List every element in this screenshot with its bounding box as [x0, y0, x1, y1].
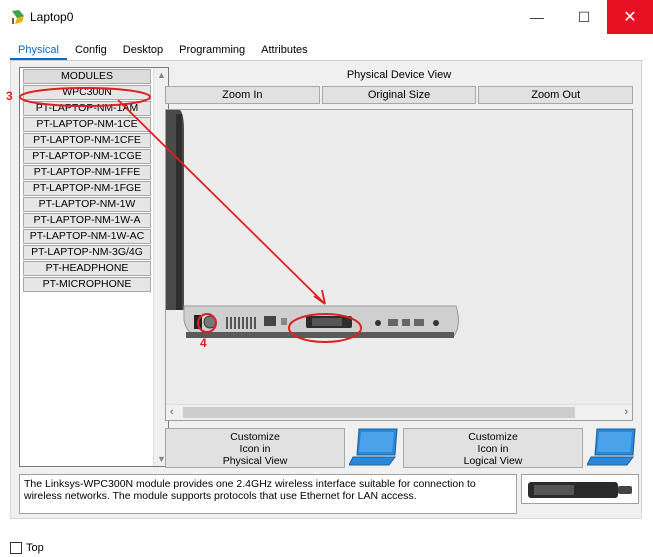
horizontal-scrollbar[interactable]: ‹ ›	[166, 404, 632, 420]
laptop-icon	[587, 428, 636, 466]
module-description: The Linksys-WPC300N module provides one …	[19, 474, 517, 514]
minimize-button[interactable]: —	[514, 0, 560, 34]
top-option[interactable]: Top	[10, 541, 44, 555]
annotation-step-3: 3	[6, 89, 13, 103]
module-item[interactable]: PT-LAPTOP-NM-1W-A	[23, 213, 151, 228]
customize-logical-line2: Icon in	[477, 443, 509, 455]
customize-physical-line1: Customize	[230, 431, 280, 443]
module-item[interactable]: PT-LAPTOP-NM-1CGE	[23, 149, 151, 164]
physical-device-view-title: Physical Device View	[346, 69, 452, 81]
top-checkbox[interactable]	[10, 542, 22, 554]
original-size-button[interactable]: Original Size	[321, 86, 477, 104]
scroll-thumb[interactable]	[183, 407, 575, 418]
module-item[interactable]: PT-LAPTOP-NM-1CE	[23, 117, 151, 132]
laptop-app-icon	[12, 10, 24, 24]
device-viewport[interactable]: ‹ ›	[165, 109, 633, 421]
zoom-out-button[interactable]: Zoom Out	[478, 86, 634, 104]
module-item[interactable]: PT-LAPTOP-NM-3G/4G	[23, 245, 151, 260]
top-label: Top	[26, 542, 44, 554]
maximize-button[interactable]: ☐	[561, 0, 607, 34]
wireless-card-icon	[528, 482, 632, 498]
tab-physical[interactable]: Physical	[10, 42, 67, 60]
close-button[interactable]: ✕	[607, 0, 653, 34]
scroll-right-icon[interactable]: ›	[624, 406, 628, 418]
annotation-step-4: 4	[200, 336, 207, 350]
wpc300n-module-image	[521, 474, 639, 504]
customize-logical-button[interactable]: Customize Icon in Logical View	[403, 428, 583, 468]
scroll-left-icon[interactable]: ‹	[170, 406, 174, 418]
tab-desktop[interactable]: Desktop	[115, 42, 171, 60]
customize-physical-line2: Icon in	[239, 443, 271, 455]
window-title: Laptop0	[30, 10, 74, 24]
module-item[interactable]: PT-LAPTOP-NM-1FGE	[23, 181, 151, 196]
customize-physical-button[interactable]: Customize Icon in Physical View	[165, 428, 345, 468]
tab-attributes[interactable]: Attributes	[253, 42, 315, 60]
tab-bar: Physical Config Desktop Programming Attr…	[10, 42, 316, 60]
customize-logical-line3: Logical View	[463, 455, 523, 467]
tab-config[interactable]: Config	[67, 42, 115, 60]
module-item[interactable]: PT-HEADPHONE	[23, 261, 151, 276]
title-bar: Laptop0 — ☐ ✕	[0, 0, 653, 34]
module-item[interactable]: PT-LAPTOP-NM-1CFE	[23, 133, 151, 148]
customize-logical-line1: Customize	[468, 431, 518, 443]
module-item[interactable]: PT-LAPTOP-NM-1FFE	[23, 165, 151, 180]
customize-physical-line3: Physical View	[222, 455, 288, 467]
module-item[interactable]: PT-LAPTOP-NM-1W	[23, 197, 151, 212]
module-item-wpc300n[interactable]: WPC300N	[23, 85, 151, 100]
zoom-toolbar: Zoom In Original Size Zoom Out	[165, 86, 634, 104]
zoom-in-button[interactable]: Zoom In	[165, 86, 320, 104]
module-item[interactable]: PT-MICROPHONE	[23, 277, 151, 292]
module-item[interactable]: PT-LAPTOP-NM-1W-AC	[23, 229, 151, 244]
laptop-side-image	[166, 110, 460, 338]
device-canvas	[166, 110, 632, 404]
modules-list: MODULES WPC300N PT-LAPTOP-NM-1AM PT-LAPT…	[19, 67, 169, 467]
modules-header: MODULES	[23, 69, 151, 84]
physical-panel: MODULES WPC300N PT-LAPTOP-NM-1AM PT-LAPT…	[10, 61, 642, 519]
module-item[interactable]: PT-LAPTOP-NM-1AM	[23, 101, 151, 116]
laptop-icon	[349, 428, 398, 466]
tab-programming[interactable]: Programming	[171, 42, 253, 60]
modules-items: MODULES WPC300N PT-LAPTOP-NM-1AM PT-LAPT…	[21, 69, 151, 293]
